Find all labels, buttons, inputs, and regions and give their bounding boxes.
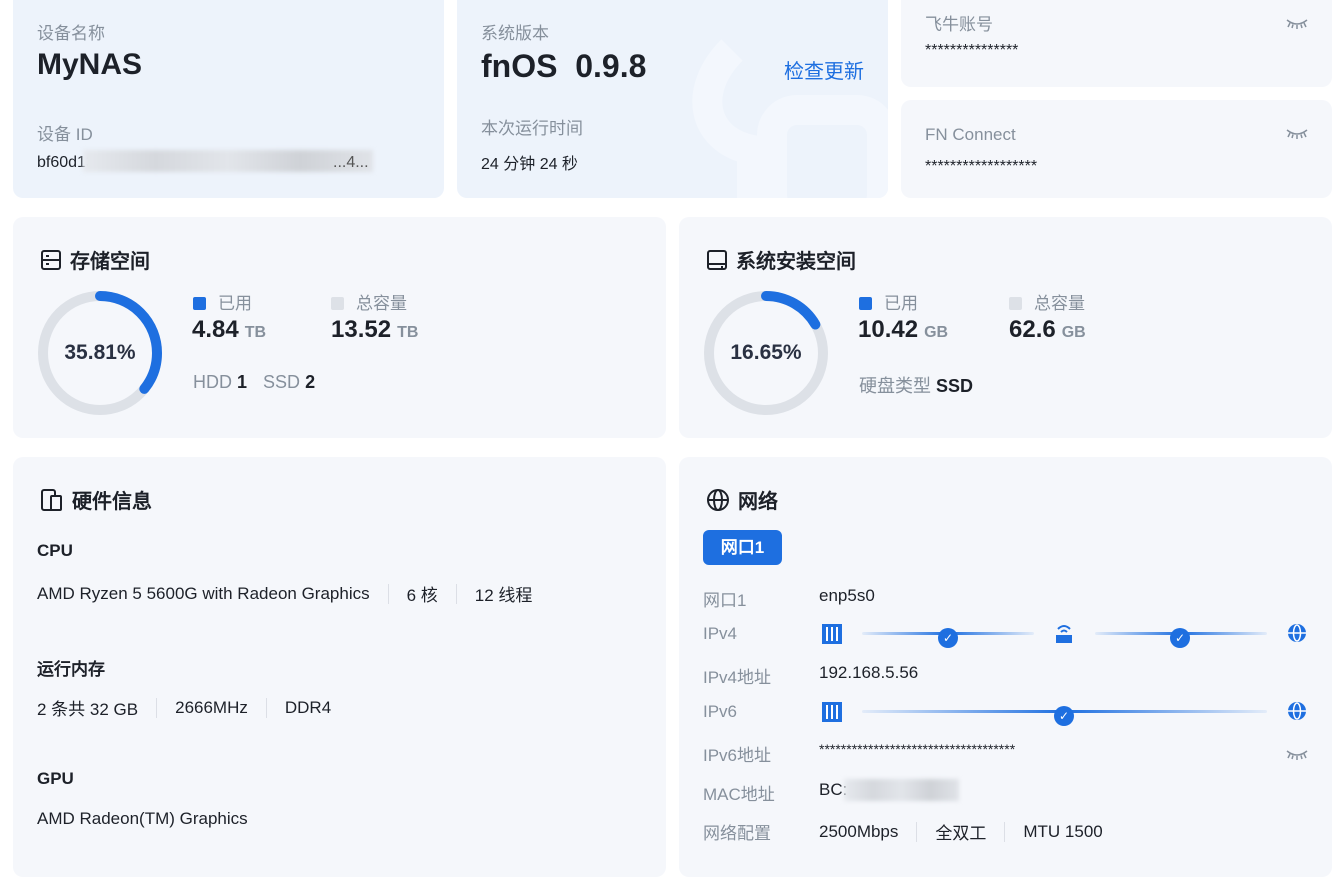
sysdisk-percent: 16.65% [730, 341, 802, 364]
ipv6-label: IPv6 [703, 702, 738, 721]
storage-card: 存储空间 35.81% 已用 总容量 4.84 TB 13.52 TB HDD 1S… [13, 217, 666, 438]
network-title-text: 网络 [738, 491, 778, 513]
globe-icon [707, 488, 729, 511]
uptime: 24 分钟 24 秒 [481, 156, 578, 173]
disk-icon [707, 249, 727, 270]
fnconnect-card: FN Connect ****************** [901, 100, 1332, 198]
check-icon: ✓ [1170, 628, 1190, 648]
sysdisk-total: 62.6 GB [1009, 316, 1086, 343]
eye-closed-icon[interactable] [1286, 128, 1308, 140]
storage-total: 13.52 TB [331, 316, 419, 343]
version: fnOS 0.9.8 [481, 48, 647, 84]
uptime-label: 本次运行时间 [481, 119, 583, 138]
disk-counts: HDD 1 SSD 2 [193, 372, 316, 392]
legend-used: 已用 [859, 289, 918, 314]
check-update-link[interactable]: 检查更新 [784, 55, 864, 84]
devices-icon [41, 488, 62, 511]
gpu-info: AMD Radeon(TM) Graphics [37, 809, 248, 828]
port-value: enp5s0 [819, 586, 875, 605]
hardware-title-text: 硬件信息 [72, 491, 152, 513]
storage-used: 4.84 TB [192, 316, 267, 343]
redaction [844, 779, 959, 801]
memory-info: 2 条共 32 GB 2666MHz DDR4 [37, 697, 332, 719]
legend-total: 总容量 [331, 289, 407, 314]
network-title: 网络 [706, 485, 778, 514]
check-icon: ✓ [938, 628, 958, 648]
tab-port-1[interactable]: 网口1 [703, 530, 782, 565]
sysdisk-title: 系统安装空间 [706, 245, 856, 274]
storage-percent: 35.81% [64, 341, 136, 364]
eye-closed-icon[interactable] [1286, 749, 1308, 761]
account-value: *************** [925, 42, 1019, 59]
nas-icon [822, 624, 842, 644]
fnconnect-label: FN Connect [925, 125, 1016, 144]
ipv4-address-label: IPv4地址 [703, 668, 772, 687]
ipv4-address: 192.168.5.56 [819, 663, 919, 682]
sysdisk-card: 系统安装空间 16.65% 已用 总容量 10.42 GB 62.6 GB 硬盘类型… [679, 217, 1332, 438]
sysdisk-used: 10.42 GB [858, 316, 949, 343]
device-card: 设备名称 MyNAS 设备 ID bf60d1391 ...4... [13, 0, 444, 198]
port-label: 网口1 [703, 591, 747, 610]
eye-closed-icon[interactable] [1286, 18, 1308, 30]
legend-total: 总容量 [1009, 289, 1085, 314]
device-id-tail: ...4... [333, 154, 369, 171]
device-name-label: 设备名称 [37, 24, 105, 43]
network-config: 2500Mbps 全双工 MTU 1500 [819, 821, 1103, 843]
legend-used: 已用 [193, 289, 252, 314]
config-label: 网络配置 [703, 824, 771, 843]
cpu-label: CPU [37, 541, 73, 560]
ipv4-label: IPv4 [703, 624, 738, 643]
check-icon: ✓ [1054, 706, 1074, 726]
gpu-label: GPU [37, 769, 74, 788]
network-card: 网络 网口1 网口1 enp5s0 IPv4 ✓ ✓ IPv4地址 192.16… [679, 457, 1332, 877]
sysdisk-title-text: 系统安装空间 [736, 251, 856, 273]
hardware-title: 硬件信息 [40, 485, 152, 514]
ipv6-address-label: IPv6地址 [703, 746, 772, 765]
storage-title: 存储空间 [40, 245, 150, 274]
internet-icon [1288, 702, 1306, 720]
ipv6-address: ************************************ [819, 741, 1016, 757]
internet-icon [1288, 624, 1306, 642]
system-card: 系统版本 fnOS 0.9.8 检查更新 本次运行时间 24 分钟 24 秒 [457, 0, 888, 198]
mac-label: MAC地址 [703, 785, 775, 804]
cpu-info: AMD Ryzen 5 5600G with Radeon Graphics 6 … [37, 583, 533, 605]
nas-icon [822, 702, 842, 722]
device-name: MyNAS [37, 48, 143, 81]
account-label: 飞牛账号 [925, 15, 993, 34]
fnconnect-value: ****************** [925, 158, 1038, 175]
account-card: 飞牛账号 *************** [901, 0, 1332, 87]
storage-title-text: 存储空间 [70, 251, 150, 273]
device-id-label: 设备 ID [37, 125, 93, 144]
storage-icon [41, 249, 61, 270]
redaction [83, 150, 373, 172]
memory-label: 运行内存 [37, 660, 105, 679]
version-label: 系统版本 [481, 24, 549, 43]
disk-type: 硬盘类型 SSD [859, 376, 974, 396]
router-icon [1056, 625, 1072, 643]
hardware-card: 硬件信息 CPU AMD Ryzen 5 5600G with Radeon G… [13, 457, 666, 877]
